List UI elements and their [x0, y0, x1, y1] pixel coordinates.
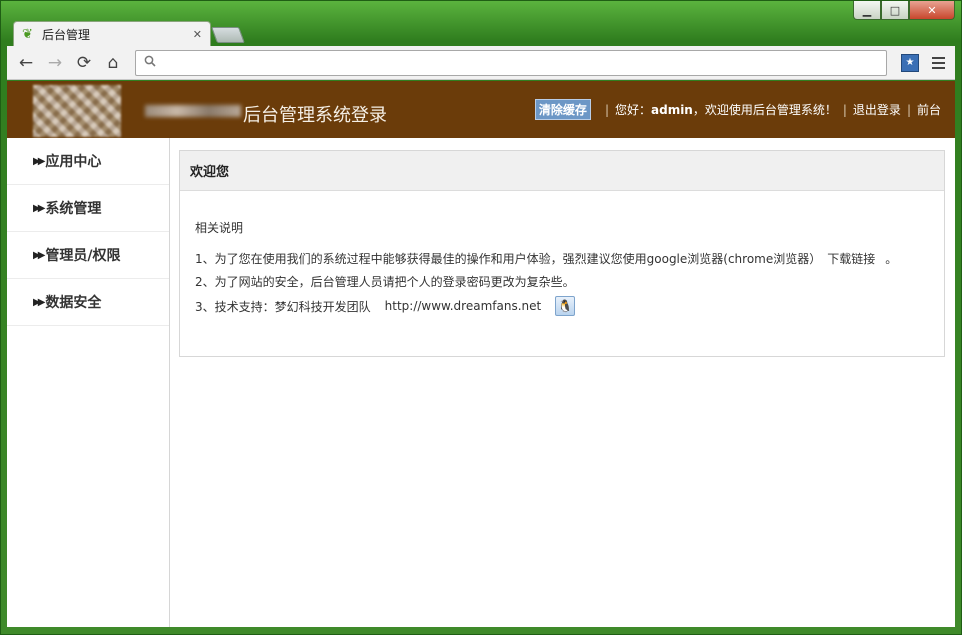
separator: | [604, 102, 609, 117]
tab-title: 后台管理 [42, 28, 91, 42]
notice-end: 。 [885, 252, 898, 266]
panel-body: 相关说明 1、为了您在使用我们的系统过程中能够获得最佳的操作和用户体验，强烈建议… [180, 191, 944, 316]
header-links: 清除缓存 | 您好： admin ，欢迎使用后台管理系统！ | 退出登录 | 前… [534, 99, 941, 120]
double-arrow-icon: ▶▶ [33, 296, 46, 308]
reload-button[interactable]: ⟳ [71, 51, 97, 75]
double-arrow-icon: ▶▶ [33, 202, 46, 214]
notice-line-3: 3、技术支持：梦幻科技开发团队 http://www.dreamfans.net… [195, 296, 944, 316]
menu-icon[interactable] [927, 56, 949, 69]
address-bar[interactable] [135, 49, 887, 76]
welcome-panel: 欢迎您 相关说明 1、为了您在使用我们的系统过程中能够获得最佳的操作和用户体验，… [179, 150, 945, 357]
greeting-prefix: 您好： [614, 103, 651, 117]
separator: | [842, 102, 847, 117]
home-button[interactable]: ⌂ [100, 51, 126, 75]
address-input[interactable] [162, 51, 886, 74]
sidebar-item-label: 管理员/权限 [45, 248, 121, 264]
minimize-button[interactable]: ▁ [853, 1, 881, 20]
double-arrow-icon: ▶▶ [33, 155, 46, 167]
qq-penguin-icon[interactable]: 🐧 [555, 296, 576, 316]
forward-button[interactable]: → [42, 51, 68, 75]
sidebar-item-data-security[interactable]: ▶▶ 数据安全 [7, 279, 169, 326]
title-bar: ▁ □ ✕ ❦ 后台管理 ✕ [1, 1, 961, 47]
site-title: 后台管理系统登录 [243, 105, 387, 126]
bookmark-star-icon[interactable]: ★ [901, 53, 919, 72]
sidebar-item-admins[interactable]: ▶▶ 管理员/权限 [7, 232, 169, 279]
window-controls: ▁ □ ✕ [853, 1, 955, 20]
notice-text: 1、为了您在使用我们的系统过程中能够获得最佳的操作和用户体验，强烈建议您使用go… [195, 252, 822, 266]
site-logo [33, 85, 121, 137]
double-arrow-icon: ▶▶ [33, 249, 46, 261]
browser-window: ▁ □ ✕ ❦ 后台管理 ✕ ← → ⟳ ⌂ ★ 后台管理系统登录 清除缓存 |… [0, 0, 962, 635]
page-viewport: 后台管理系统登录 清除缓存 | 您好： admin ，欢迎使用后台管理系统！ |… [7, 81, 955, 627]
site-header: 后台管理系统登录 清除缓存 | 您好： admin ，欢迎使用后台管理系统！ |… [7, 81, 955, 138]
greeting-suffix: ，欢迎使用后台管理系统！ [692, 103, 837, 117]
clear-cache-button[interactable]: 清除缓存 [534, 99, 591, 120]
logout-link[interactable]: 退出登录 [853, 101, 901, 118]
close-window-button[interactable]: ✕ [909, 1, 955, 20]
tab-close-icon[interactable]: ✕ [193, 28, 202, 41]
panel-title: 欢迎您 [180, 151, 944, 191]
new-tab-button[interactable] [211, 27, 245, 43]
panel-subtitle: 相关说明 [195, 221, 244, 235]
sidebar: ▶▶ 应用中心 ▶▶ 系统管理 ▶▶ 管理员/权限 ▶▶ 数据安全 [7, 138, 170, 627]
support-website-link[interactable]: http://www.dreamfans.net [385, 299, 542, 313]
browser-tab[interactable]: ❦ 后台管理 ✕ [13, 21, 211, 47]
sidebar-item-label: 系统管理 [45, 201, 102, 217]
notice-line-2: 2、为了网站的安全，后台管理人员请把个人的登录密码更改为复杂些。 [195, 275, 575, 289]
maximize-button[interactable]: □ [881, 1, 909, 20]
separator: | [906, 102, 911, 117]
support-text: 3、技术支持：梦幻科技开发团队 [195, 299, 371, 314]
blurred-brand-name [145, 105, 241, 117]
username: admin [651, 102, 693, 117]
download-link[interactable]: 下载链接 [827, 250, 875, 267]
sidebar-item-app-center[interactable]: ▶▶ 应用中心 [7, 138, 169, 185]
sidebar-item-label: 应用中心 [45, 154, 102, 170]
notice-line-1: 1、为了您在使用我们的系统过程中能够获得最佳的操作和用户体验，强烈建议您使用go… [195, 250, 944, 267]
sidebar-item-label: 数据安全 [45, 295, 102, 311]
sidebar-item-system[interactable]: ▶▶ 系统管理 [7, 185, 169, 232]
search-icon [144, 55, 156, 71]
leaf-icon: ❦ [22, 26, 33, 42]
frontend-link[interactable]: 前台 [917, 101, 941, 118]
back-button[interactable]: ← [13, 51, 39, 75]
browser-toolbar: ← → ⟳ ⌂ ★ [7, 46, 955, 80]
